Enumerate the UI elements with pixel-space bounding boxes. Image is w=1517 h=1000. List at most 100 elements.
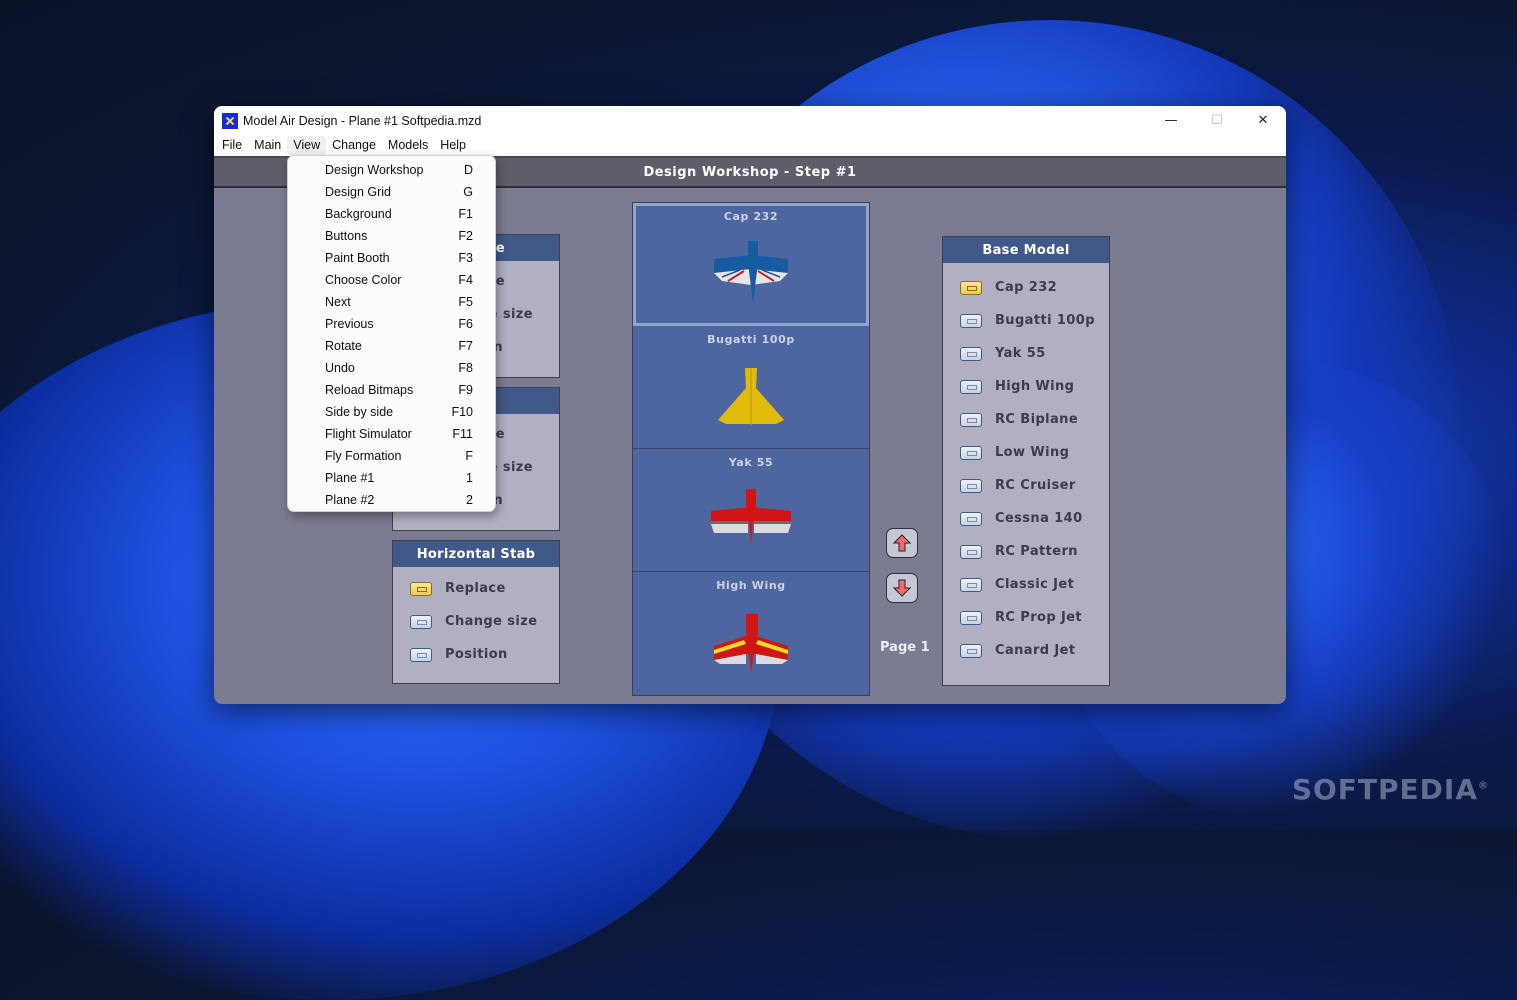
model-card-bugatti-100p[interactable]: Bugatti 100p (633, 326, 869, 449)
bugatti-100p-plane-image (718, 368, 784, 426)
view-menu-item[interactable]: Reload Bitmaps F9 (288, 379, 495, 401)
base-model-option[interactable]: RC Cruiser (943, 469, 1109, 502)
maximize-button[interactable]: ☐ (1194, 106, 1240, 135)
menu-view[interactable]: View (287, 136, 327, 155)
menu-item-label: Next (325, 295, 351, 309)
view-menu-item[interactable]: Next F5 (288, 291, 495, 313)
radio-button[interactable] (960, 412, 982, 427)
page-up-button[interactable] (886, 528, 918, 558)
menu-main[interactable]: Main (248, 136, 287, 155)
option-label: Position (445, 647, 508, 662)
change-size-option[interactable]: Change size (393, 605, 559, 638)
model-name: Yak 55 (728, 456, 774, 469)
view-menu-item[interactable]: Undo F8 (288, 357, 495, 379)
model-card-yak-55[interactable]: Yak 55 (633, 449, 869, 572)
menu-item-label: Undo (325, 361, 355, 375)
menu-item-label: Plane #1 (325, 471, 375, 485)
menu-item-label: Fly Formation (325, 449, 402, 463)
menu-item-shortcut: 2 (466, 493, 473, 507)
base-model-option[interactable]: RC Biplane (943, 403, 1109, 436)
menu-item-shortcut: F10 (451, 405, 473, 419)
view-menu-item[interactable]: Flight Simulator F11 (288, 423, 495, 445)
view-menu-item[interactable]: Plane #1 1 (288, 467, 495, 489)
view-menu-item[interactable]: Plane #2 2 (288, 489, 495, 511)
yak-55-plane-image (711, 489, 791, 545)
cap-232-plane-image (714, 241, 788, 303)
option-label: Replace (445, 581, 506, 596)
view-menu-item[interactable]: Design Workshop D (288, 159, 495, 181)
title-bar[interactable]: Model Air Design - Plane #1 Softpedia.mz… (214, 106, 1286, 135)
base-model-panel: Base Model Cap 232 Bugatti 100p Yak 55 High… (942, 236, 1110, 686)
replace-option[interactable]: Replace (393, 572, 559, 605)
menu-item-shortcut: F6 (458, 317, 473, 331)
option-label: Cessna 140 (995, 511, 1083, 526)
model-card-cap-232[interactable]: Cap 232 (633, 203, 869, 326)
menu-item-label: Background (325, 207, 392, 221)
menu-item-shortcut: F8 (458, 361, 473, 375)
page-down-button[interactable] (886, 573, 918, 603)
option-label: Yak 55 (995, 346, 1046, 361)
radio-button[interactable] (960, 379, 982, 394)
option-label: RC Prop Jet (995, 610, 1083, 625)
radio-button[interactable] (960, 511, 982, 526)
menu-item-label: Choose Color (325, 273, 402, 287)
position-option[interactable]: Position (393, 638, 559, 671)
menu-file[interactable]: File (216, 136, 248, 155)
radio-button[interactable] (960, 577, 982, 592)
radio-button-selected[interactable] (410, 581, 432, 596)
view-menu-item[interactable]: Design Grid G (288, 181, 495, 203)
base-model-option[interactable]: Classic Jet (943, 568, 1109, 601)
base-model-option[interactable]: RC Pattern (943, 535, 1109, 568)
view-menu-item[interactable]: Buttons F2 (288, 225, 495, 247)
radio-button[interactable] (960, 346, 982, 361)
base-model-option[interactable]: Canard Jet (943, 634, 1109, 667)
base-model-option[interactable]: High Wing (943, 370, 1109, 403)
minimize-icon: — (1164, 113, 1178, 128)
view-menu-item[interactable]: Choose Color F4 (288, 269, 495, 291)
menu-item-label: Plane #2 (325, 493, 375, 507)
view-menu-item[interactable]: Paint Booth F3 (288, 247, 495, 269)
radio-button[interactable] (960, 445, 982, 460)
base-model-option[interactable]: Bugatti 100p (943, 304, 1109, 337)
option-label: Canard Jet (995, 643, 1076, 658)
menu-item-shortcut: F3 (458, 251, 473, 265)
menu-item-shortcut: F (465, 449, 473, 463)
menu-item-label: Design Workshop (325, 163, 424, 177)
base-model-option[interactable]: Low Wing (943, 436, 1109, 469)
app-icon (222, 112, 238, 129)
view-menu-item[interactable]: Fly Formation F (288, 445, 495, 467)
base-model-option[interactable]: Cessna 140 (943, 502, 1109, 535)
panel-header: Horizontal Stab (393, 541, 559, 567)
menu-models[interactable]: Models (382, 136, 434, 155)
radio-button[interactable] (960, 544, 982, 559)
radio-button[interactable] (960, 478, 982, 493)
radio-button[interactable] (410, 647, 432, 662)
close-icon: ✕ (1257, 113, 1269, 128)
softpedia-watermark: SOFTPEDIA® (1291, 773, 1489, 806)
base-model-option[interactable]: Yak 55 (943, 337, 1109, 370)
view-menu-item[interactable]: Side by side F10 (288, 401, 495, 423)
menu-change[interactable]: Change (326, 136, 382, 155)
menu-help[interactable]: Help (434, 136, 472, 155)
view-menu-item[interactable]: Background F1 (288, 203, 495, 225)
option-label: Low Wing (995, 445, 1070, 460)
radio-button[interactable] (960, 643, 982, 658)
radio-button[interactable] (960, 313, 982, 328)
arrow-up-icon (893, 534, 911, 552)
radio-button-selected[interactable] (960, 280, 982, 295)
close-button[interactable]: ✕ (1240, 106, 1286, 135)
base-model-option[interactable]: Cap 232 (943, 271, 1109, 304)
radio-button[interactable] (410, 614, 432, 629)
model-card-high-wing[interactable]: High Wing (633, 572, 869, 694)
menu-item-label: Side by side (325, 405, 394, 419)
menu-item-shortcut: F4 (458, 273, 473, 287)
option-label: RC Pattern (995, 544, 1078, 559)
base-model-option[interactable]: RC Prop Jet (943, 601, 1109, 634)
view-menu-dropdown: Design Workshop D Design Grid G Background F1… (287, 155, 496, 512)
panel-header: Base Model (943, 237, 1109, 263)
view-menu-item[interactable]: Rotate F7 (288, 335, 495, 357)
view-menu-item[interactable]: Previous F6 (288, 313, 495, 335)
radio-button[interactable] (960, 610, 982, 625)
menu-bar: File Main View Change Models Help (214, 135, 1286, 156)
minimize-button[interactable]: — (1148, 106, 1194, 135)
